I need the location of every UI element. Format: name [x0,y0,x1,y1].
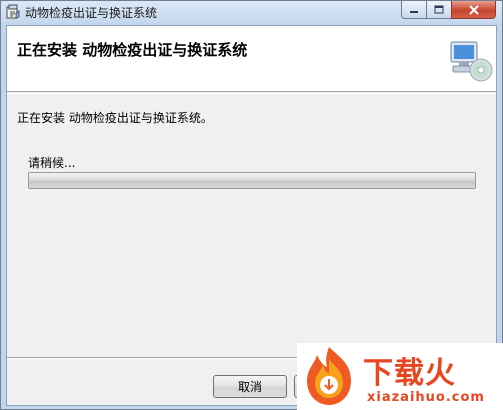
watermark-overlay: 下载火 xiazaihuo.com [297,343,503,410]
install-progress-bar [28,172,476,189]
header-banner: 正在安装 动物检疫出证与换证系统 [7,26,496,92]
title-bar[interactable]: 动物检疫出证与换证系统 [1,1,502,23]
close-button[interactable] [451,1,496,19]
header-divider [7,93,496,94]
installer-app-icon [6,4,20,19]
watermark-domain: xiazaihuo.com [367,390,485,405]
minimize-button[interactable] [401,1,427,19]
install-status-text: 正在安装 动物检疫出证与换证系统。 [17,111,213,125]
watermark-brand: 下载火 [363,356,456,391]
cancel-button[interactable]: 取消 [213,375,287,398]
window-title: 动物检疫出证与换证系统 [25,6,158,20]
maximize-icon [434,5,444,14]
close-icon [468,4,479,15]
please-wait-label: 请稍候... [28,156,76,170]
cancel-button-label: 取消 [237,380,262,394]
fire-logo-icon [307,347,351,405]
maximize-button[interactable] [426,1,452,19]
header-title: 正在安装 动物检疫出证与换证系统 [17,41,248,59]
computer-cd-icon [450,41,493,82]
minimize-icon [410,10,418,13]
